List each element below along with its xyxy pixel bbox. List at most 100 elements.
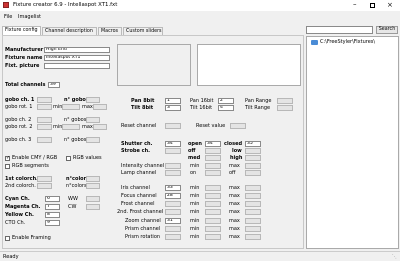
resize-grip-icon[interactable]: ⋱ bbox=[392, 254, 397, 260]
prismrot-input[interactable] bbox=[165, 234, 181, 240]
cto-input[interactable]: 9 bbox=[45, 220, 60, 226]
focus-max-input[interactable] bbox=[245, 193, 261, 199]
tab-macros[interactable]: Macros bbox=[98, 27, 122, 35]
gobo2rot-label: gobo rot. 2 bbox=[5, 124, 33, 130]
closed-label: closed bbox=[224, 141, 243, 147]
cmy-checkbox[interactable]: ✓ bbox=[5, 155, 10, 161]
cw-input[interactable] bbox=[86, 204, 100, 210]
open-label: open bbox=[188, 141, 202, 147]
iris-input[interactable]: 33 bbox=[165, 185, 181, 191]
picture-input[interactable] bbox=[44, 63, 110, 69]
pan16-input[interactable]: 2 bbox=[218, 98, 234, 104]
gobo3-input[interactable] bbox=[37, 137, 52, 143]
intensity-input[interactable] bbox=[165, 163, 181, 169]
fixture-name-input[interactable]: Intellaspot XT1 bbox=[44, 55, 110, 61]
menu-imagelist[interactable]: Imagelist bbox=[18, 14, 41, 20]
gobo2rot-input[interactable] bbox=[37, 124, 52, 130]
description-box[interactable] bbox=[197, 44, 301, 86]
panrange-input[interactable] bbox=[277, 98, 293, 104]
frost2-max-input[interactable] bbox=[245, 209, 261, 215]
prism-min-input[interactable] bbox=[205, 226, 221, 232]
prism-label: Prism channel bbox=[125, 226, 161, 232]
iris-max-input[interactable] bbox=[245, 185, 261, 191]
total-channels-input[interactable]: 39 bbox=[48, 82, 60, 88]
gobo1rot-max-input[interactable] bbox=[93, 104, 107, 110]
iris-min-input[interactable] bbox=[205, 185, 221, 191]
pan16-label: Pan 16bit bbox=[190, 98, 214, 104]
cyan-input[interactable]: 6 bbox=[45, 196, 60, 202]
fixture-tree[interactable]: C:\FreeStyler\Fixtures\ bbox=[306, 36, 399, 249]
focus-input[interactable]: 28 bbox=[165, 193, 181, 199]
ncolors2-input[interactable] bbox=[86, 183, 100, 189]
colorch2-label: 2nd colorch. bbox=[5, 183, 36, 189]
strobe-med-input[interactable] bbox=[205, 155, 221, 161]
tab-fixture-config[interactable]: Fixture config bbox=[2, 26, 41, 35]
zoom-input[interactable]: 31 bbox=[165, 218, 181, 224]
gobo1rot-min-input[interactable] bbox=[62, 104, 80, 110]
rgb-segments-label: RGB segments bbox=[12, 163, 49, 169]
gobo2rot-min-input[interactable] bbox=[62, 124, 80, 130]
frost2-input[interactable] bbox=[165, 209, 181, 215]
zoom-min-input[interactable] bbox=[205, 218, 221, 224]
prism-input[interactable] bbox=[165, 226, 181, 232]
gobo2rot-max-input[interactable] bbox=[93, 124, 107, 130]
shutter-input[interactable]: 34 bbox=[165, 141, 181, 147]
ncolors1-input[interactable] bbox=[86, 176, 100, 182]
prism-max-input[interactable] bbox=[245, 226, 261, 232]
minimize-button[interactable]: – bbox=[353, 1, 357, 8]
frost-input[interactable] bbox=[165, 201, 181, 207]
gobo3-count-input[interactable] bbox=[86, 137, 100, 143]
ww-input[interactable] bbox=[86, 196, 100, 202]
manufacturer-input[interactable]: High End bbox=[44, 47, 110, 53]
prismrot-max-input[interactable] bbox=[245, 234, 261, 240]
colorch2-input[interactable] bbox=[37, 183, 52, 189]
close-button[interactable]: × bbox=[387, 2, 393, 9]
tab-custom-sliders[interactable]: Custom sliders bbox=[123, 27, 163, 35]
closed-input[interactable]: 35 bbox=[245, 141, 261, 147]
search-button[interactable]: Search bbox=[376, 26, 398, 34]
rgb-segments-checkbox[interactable] bbox=[5, 164, 10, 169]
menu-file[interactable]: File bbox=[4, 14, 12, 20]
tilt16-input[interactable]: 4 bbox=[218, 105, 234, 111]
prism-min-label: min bbox=[190, 226, 200, 232]
gobo1rot-input[interactable] bbox=[37, 104, 52, 110]
prismrot-min-input[interactable] bbox=[205, 234, 221, 240]
strobe-high-input[interactable] bbox=[245, 155, 261, 161]
tiltrange-input[interactable] bbox=[277, 105, 293, 111]
open-input[interactable]: 34 bbox=[205, 141, 221, 147]
magenta-input[interactable]: 7 bbox=[45, 204, 60, 210]
lamp-on-input[interactable] bbox=[205, 170, 221, 176]
yellow-input[interactable]: 8 bbox=[45, 212, 60, 218]
frost2-min-input[interactable] bbox=[205, 209, 221, 215]
lamp-input[interactable] bbox=[165, 170, 181, 176]
strobe-low-input[interactable] bbox=[245, 148, 261, 154]
gobo1-input[interactable] bbox=[37, 97, 52, 103]
maximize-button[interactable] bbox=[370, 3, 375, 8]
tree-root-folder[interactable]: C:\FreeStyler\Fixtures\ bbox=[320, 39, 375, 45]
frost2-label: 2nd. Frost channel bbox=[117, 209, 164, 215]
lamp-off-input[interactable] bbox=[245, 170, 261, 176]
framing-checkbox[interactable] bbox=[5, 236, 10, 241]
pan8-input[interactable]: 1 bbox=[165, 98, 181, 104]
reset-channel-input[interactable] bbox=[165, 123, 181, 129]
intensity-max-input[interactable] bbox=[245, 163, 261, 169]
reset-value-label: Reset value bbox=[196, 123, 226, 129]
tilt8-input[interactable]: 3 bbox=[165, 105, 181, 111]
intensity-min-input[interactable] bbox=[205, 163, 221, 169]
zoom-max-input[interactable] bbox=[245, 218, 261, 224]
search-input[interactable] bbox=[306, 26, 373, 34]
strobe-off-input[interactable] bbox=[205, 148, 221, 154]
colorch1-input[interactable] bbox=[37, 176, 52, 182]
tab-channel-description[interactable]: Channel description bbox=[42, 27, 97, 35]
frost-min-input[interactable] bbox=[205, 201, 221, 207]
rgb-values-checkbox[interactable] bbox=[66, 156, 71, 161]
gobo2-count-input[interactable] bbox=[86, 117, 100, 123]
total-channels-label: Total channels bbox=[5, 82, 46, 88]
gobo2-input[interactable] bbox=[37, 117, 52, 123]
reset-value-input[interactable] bbox=[230, 123, 246, 129]
frost-max-input[interactable] bbox=[245, 201, 261, 207]
strobe-input[interactable] bbox=[165, 148, 181, 154]
gobo1-count-input[interactable] bbox=[86, 97, 100, 103]
ww-label: WW bbox=[68, 196, 78, 202]
focus-min-input[interactable] bbox=[205, 193, 221, 199]
